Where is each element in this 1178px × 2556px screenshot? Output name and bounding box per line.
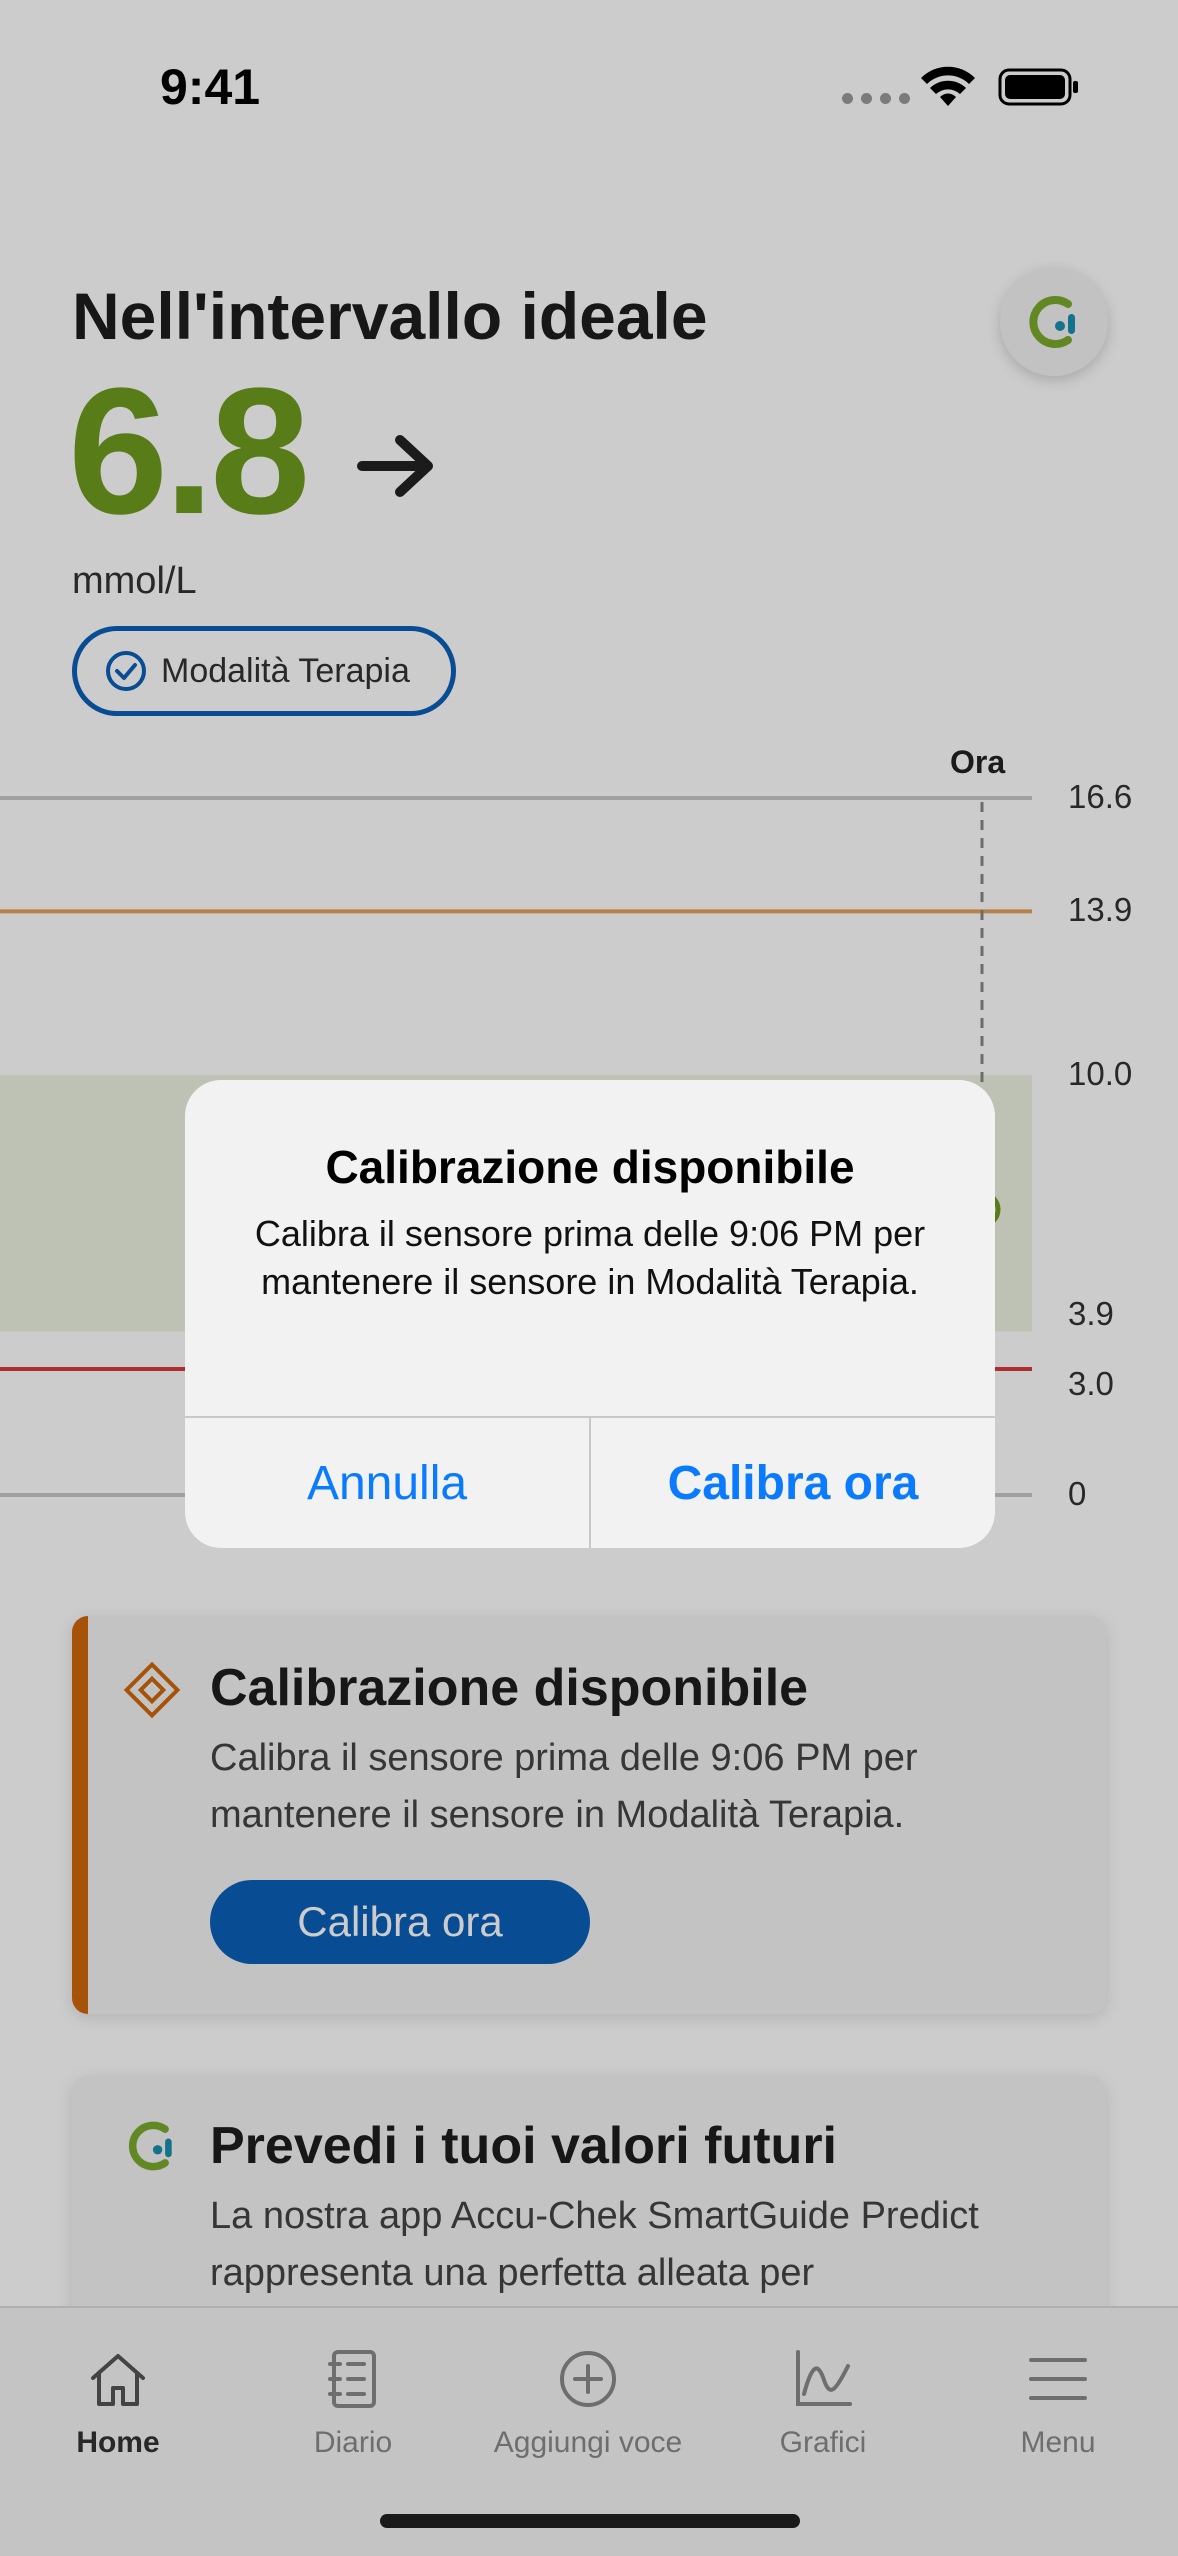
alert-calibrate-now-button[interactable]: Calibra ora: [591, 1418, 995, 1548]
home-screen: 9:41 Nell'intervallo ideale 6.8 mmol/L M…: [0, 0, 1178, 2556]
calibration-alert-dialog: Calibrazione disponibile Calibra il sens…: [185, 1080, 995, 1548]
home-indicator: [380, 2514, 800, 2528]
alert-cancel-button[interactable]: Annulla: [185, 1418, 589, 1548]
alert-message: Calibra il sensore prima delle 9:06 PM p…: [254, 1213, 926, 1302]
alert-title: Calibrazione disponibile: [325, 1141, 855, 1193]
